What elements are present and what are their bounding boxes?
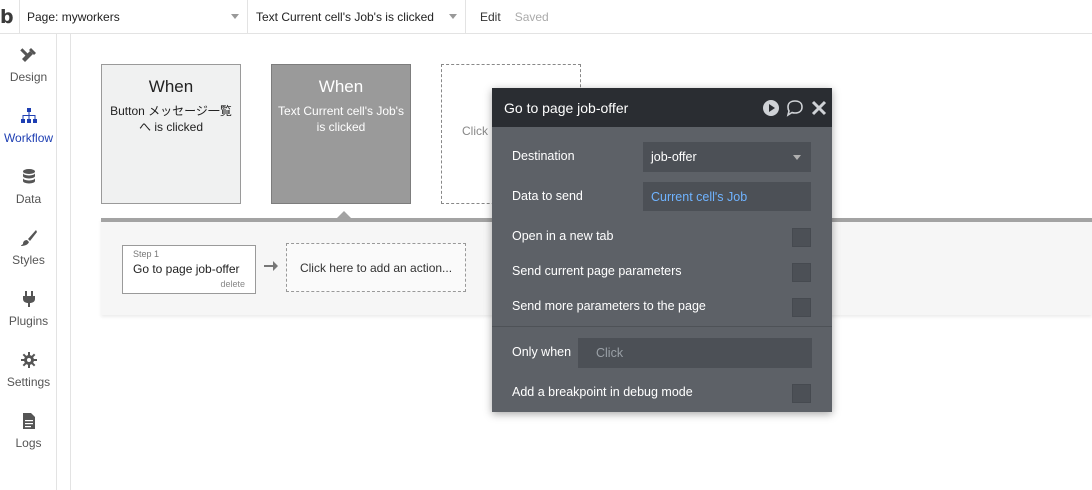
bubble-logo[interactable]: b [0,0,20,34]
step-number: Step 1 [133,249,160,259]
sidebar-item-label: Data [15,191,42,206]
only-when-label: Only when [512,345,572,359]
action-property-editor: Go to page job-offer Destination job-off… [492,88,832,412]
sidebar-item-styles[interactable]: Styles [0,217,57,278]
gear-icon [20,351,37,368]
modal-header: Go to page job-offer [492,88,832,127]
event-card-text[interactable]: When Text Current cell's Job's is clicke… [271,64,411,204]
database-icon [22,168,35,183]
destination-value: job-offer [651,150,697,164]
send-current-params-label: Send current page parameters [512,264,682,278]
send-more-params-checkbox[interactable] [792,298,811,317]
modal-title: Go to page job-offer [504,99,629,116]
sidebar-item-settings[interactable]: Settings [0,339,57,400]
event-when-label: When [318,77,364,96]
chevron-down-icon [449,13,457,19]
sidebar-item-label: Logs [15,435,42,450]
brush-ruler-icon [19,47,36,62]
paint-brush-icon [20,229,37,246]
page-select[interactable]: Page: myworkers [20,0,248,34]
sidebar-item-data[interactable]: Data [0,156,57,217]
sidebar: Design Workflow Data Styles Plugins Sett… [0,34,57,490]
new-tab-label: Open in a new tab [512,229,614,243]
modal-header-icons [762,99,828,117]
breakpoint-label: Add a breakpoint in debug mode [512,385,693,399]
sidebar-item-logs[interactable]: Logs [0,400,57,461]
step-delete-link[interactable]: delete [220,279,245,289]
play-icon[interactable] [762,99,780,117]
event-card-button[interactable]: When Button メッセージ一覧へ is clicked [101,64,241,204]
destination-label: Destination [512,149,575,163]
step-title: Go to page job-offer [133,262,240,276]
modal-divider [492,326,832,327]
sidebar-item-label: Design [9,69,48,84]
sidebar-item-plugins[interactable]: Plugins [0,278,57,339]
event-description: Text Current cell's Job's is clicked [278,104,404,134]
saved-status: Saved [514,9,549,24]
sidebar-item-workflow[interactable]: Workflow [0,95,57,156]
event-when-label: When [148,77,194,96]
comment-icon[interactable] [786,99,804,117]
data-to-send-field[interactable]: Current cell's Job [643,182,811,211]
data-to-send-label: Data to send [512,189,583,203]
edit-menu[interactable]: Edit [480,10,501,24]
page-select-label: Page: myworkers [27,9,120,24]
sidebar-item-label: Plugins [8,313,49,328]
chevron-down-icon [231,13,239,19]
sidebar-item-design[interactable]: Design [0,34,57,95]
sidebar-item-label: Workflow [3,130,54,145]
arrow-right-icon [264,261,278,271]
only-when-field[interactable]: Click [578,338,812,368]
canvas-gutter [57,34,71,490]
close-icon[interactable] [810,99,828,117]
send-more-params-label: Send more parameters to the page [512,299,706,313]
sitemap-icon [20,107,37,123]
chevron-down-icon [793,155,801,160]
sidebar-item-label: Settings [6,374,51,389]
step-card[interactable]: Step 1 Go to page job-offer delete [122,245,256,294]
event-select-label: Text Current cell's Job's is clicked [256,9,434,24]
send-current-params-checkbox[interactable] [792,263,811,282]
event-select[interactable]: Text Current cell's Job's is clicked [248,0,466,34]
event-description: Button メッセージ一覧へ is clicked [110,104,232,134]
plug-icon [22,290,35,307]
new-tab-checkbox[interactable] [792,228,811,247]
breakpoint-checkbox[interactable] [792,384,811,403]
sidebar-item-label: Styles [12,252,45,267]
top-bar: b Page: myworkers Text Current cell's Jo… [0,0,1092,34]
document-icon [22,412,35,429]
add-action-button[interactable]: Click here to add an action... [286,243,466,292]
destination-dropdown[interactable]: job-offer [643,142,811,172]
